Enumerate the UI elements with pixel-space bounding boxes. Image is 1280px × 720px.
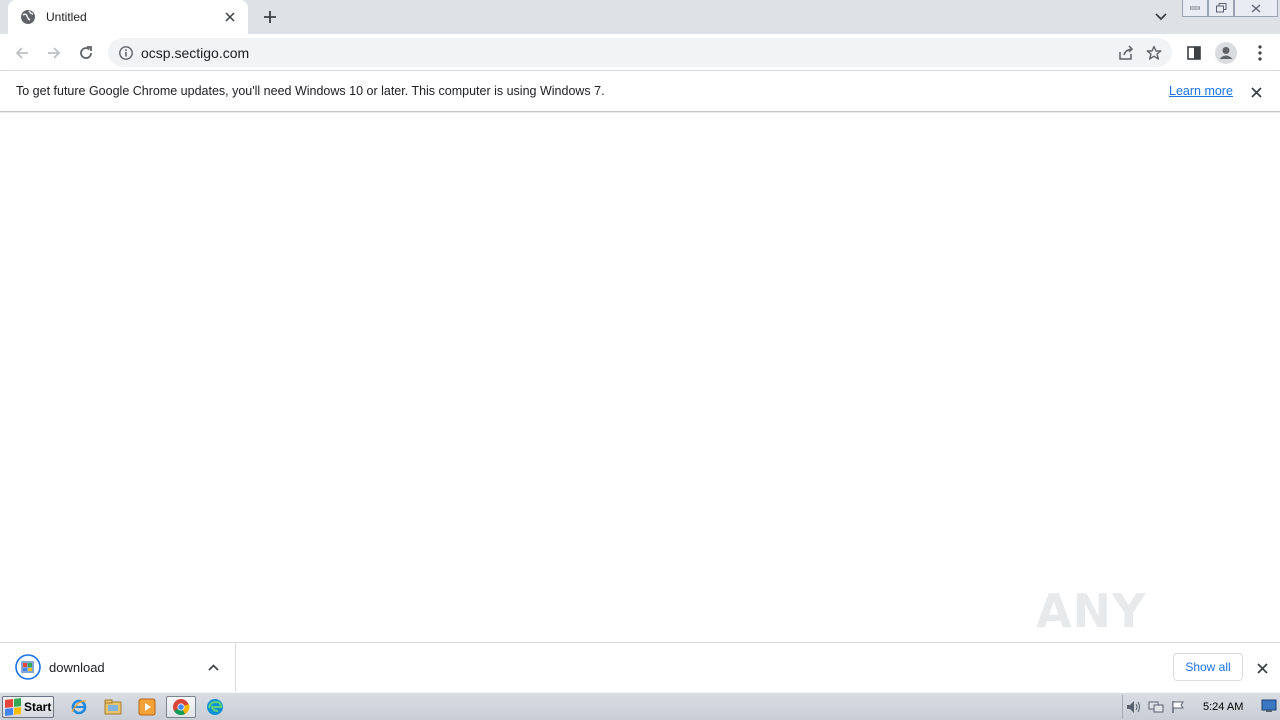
new-tab-button[interactable] [258, 5, 282, 29]
tab-close-icon[interactable] [222, 9, 238, 25]
reload-button[interactable] [72, 39, 100, 67]
side-panel-icon [1187, 46, 1201, 60]
kebab-menu-icon [1258, 45, 1262, 61]
back-arrow-icon [15, 47, 28, 59]
browser-tab[interactable]: Untitled [8, 0, 248, 34]
infobar-message: To get future Google Chrome updates, you… [16, 84, 605, 98]
address-bar[interactable]: ocsp.sectigo.com [108, 38, 1172, 67]
infobar-close-icon[interactable] [1247, 83, 1265, 101]
windows-logo-icon [5, 698, 21, 716]
media-player-icon[interactable] [135, 696, 159, 718]
chevron-up-icon[interactable] [201, 655, 225, 679]
installer-file-icon [15, 654, 41, 680]
reload-icon [80, 46, 92, 59]
share-icon[interactable] [1112, 39, 1140, 67]
download-item[interactable]: download [8, 643, 236, 691]
taskbar-clock[interactable]: 5:24 AM [1203, 701, 1243, 713]
browser-toolbar: ocsp.sectigo.com [0, 34, 1280, 71]
chrome-icon[interactable] [166, 696, 196, 718]
start-label: Start [24, 700, 52, 714]
file-explorer-icon[interactable] [101, 696, 125, 718]
shelf-close-icon[interactable] [1252, 658, 1272, 678]
download-shelf: download Show all [0, 642, 1280, 692]
show-desktop-icon[interactable] [1260, 698, 1278, 714]
network-icon[interactable] [1145, 697, 1167, 717]
url-text[interactable]: ocsp.sectigo.com [141, 45, 1112, 61]
profile-avatar-icon [1215, 42, 1237, 64]
update-infobar: To get future Google Chrome updates, you… [0, 72, 1280, 112]
tab-title: Untitled [46, 10, 87, 24]
windows-taskbar: Start 5:24 AM [0, 692, 1280, 720]
forward-arrow-icon [48, 47, 61, 59]
restore-button[interactable] [1208, 0, 1234, 17]
site-info-icon[interactable] [118, 45, 134, 61]
side-panel-button[interactable] [1180, 39, 1208, 67]
globe-icon [20, 9, 36, 25]
action-center-flag-icon[interactable] [1167, 697, 1189, 717]
minimize-button[interactable] [1182, 0, 1208, 17]
bookmark-star-icon[interactable] [1140, 39, 1168, 67]
edge-icon[interactable] [203, 696, 227, 718]
window-close-button[interactable] [1234, 0, 1278, 17]
forward-button[interactable] [40, 39, 68, 67]
tab-strip: Untitled [0, 0, 1280, 34]
start-button[interactable]: Start [2, 696, 54, 718]
volume-icon[interactable] [1123, 697, 1145, 717]
learn-more-link[interactable]: Learn more [1169, 84, 1233, 98]
internet-explorer-icon[interactable] [67, 696, 91, 718]
window-controls [1182, 0, 1278, 18]
page-content [0, 113, 1280, 642]
back-button[interactable] [8, 39, 36, 67]
tab-search-chevron-icon[interactable] [1150, 6, 1172, 28]
download-filename: download [49, 659, 105, 675]
show-all-button[interactable]: Show all [1173, 653, 1243, 681]
menu-button[interactable] [1246, 39, 1274, 67]
profile-button[interactable] [1212, 39, 1240, 67]
system-tray: 5:24 AM [1122, 695, 1278, 719]
